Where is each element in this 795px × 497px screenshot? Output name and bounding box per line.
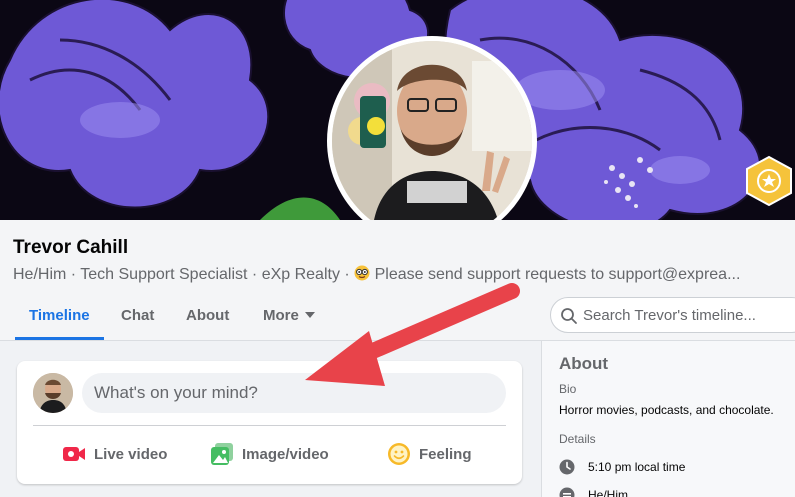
local-time-text: 5:10 pm local time xyxy=(588,460,686,474)
tab-label: About xyxy=(186,307,230,324)
pronouns-icon xyxy=(559,487,575,497)
feeling-button[interactable]: Feeling xyxy=(387,439,472,469)
headline-text: He/Him · Tech Support Specialist · eXp R… xyxy=(13,266,355,283)
tab-about[interactable]: About xyxy=(172,298,243,340)
image-video-label: Image/video xyxy=(242,445,329,463)
profile-picture[interactable] xyxy=(327,36,537,246)
whats-on-your-mind-input[interactable]: What's on your mind? xyxy=(82,373,506,413)
nerd-face-emoji-icon xyxy=(354,265,370,281)
tab-more[interactable]: More xyxy=(249,298,329,340)
image-video-button[interactable]: Image/video xyxy=(210,439,329,469)
about-heading: About xyxy=(559,354,609,373)
profile-badge-icon[interactable] xyxy=(743,155,795,207)
clock-icon xyxy=(559,459,575,475)
details-label: Details xyxy=(559,432,596,446)
tab-label: Chat xyxy=(121,307,155,324)
tab-timeline[interactable]: Timeline xyxy=(15,298,104,340)
tab-chat[interactable]: Chat xyxy=(107,298,168,340)
headline-message: Please send support requests to support@… xyxy=(374,266,741,283)
post-composer: What's on your mind? Live video Image/vi… xyxy=(17,361,522,484)
composer-divider xyxy=(33,425,506,426)
profile-name: Trevor Cahill xyxy=(13,237,129,258)
timeline-search-input[interactable]: Search Trevor's timeline... xyxy=(550,297,795,333)
feeling-icon xyxy=(388,443,410,465)
pronouns-text: He/Him xyxy=(588,488,629,497)
live-video-button[interactable]: Live video xyxy=(62,439,167,469)
live-video-label: Live video xyxy=(94,445,168,463)
feeling-label: Feeling xyxy=(419,445,472,463)
profile-photo xyxy=(332,41,532,241)
bio-text: Horror movies, podcasts, and chocolate. xyxy=(559,403,774,417)
bio-label: Bio xyxy=(559,382,577,396)
live-video-icon xyxy=(63,447,85,461)
local-time-detail: 5:10 pm local time xyxy=(559,459,685,475)
photo-icon xyxy=(211,443,233,465)
profile-headline: He/Him · Tech Support Specialist · eXp R… xyxy=(13,265,788,284)
tab-label: More xyxy=(263,307,299,324)
search-placeholder: Search Trevor's timeline... xyxy=(583,307,756,324)
avatar[interactable] xyxy=(33,373,73,413)
pronouns-detail: He/Him xyxy=(559,487,628,497)
chevron-down-icon xyxy=(305,312,316,318)
search-icon xyxy=(561,308,577,324)
tab-label: Timeline xyxy=(29,307,90,324)
